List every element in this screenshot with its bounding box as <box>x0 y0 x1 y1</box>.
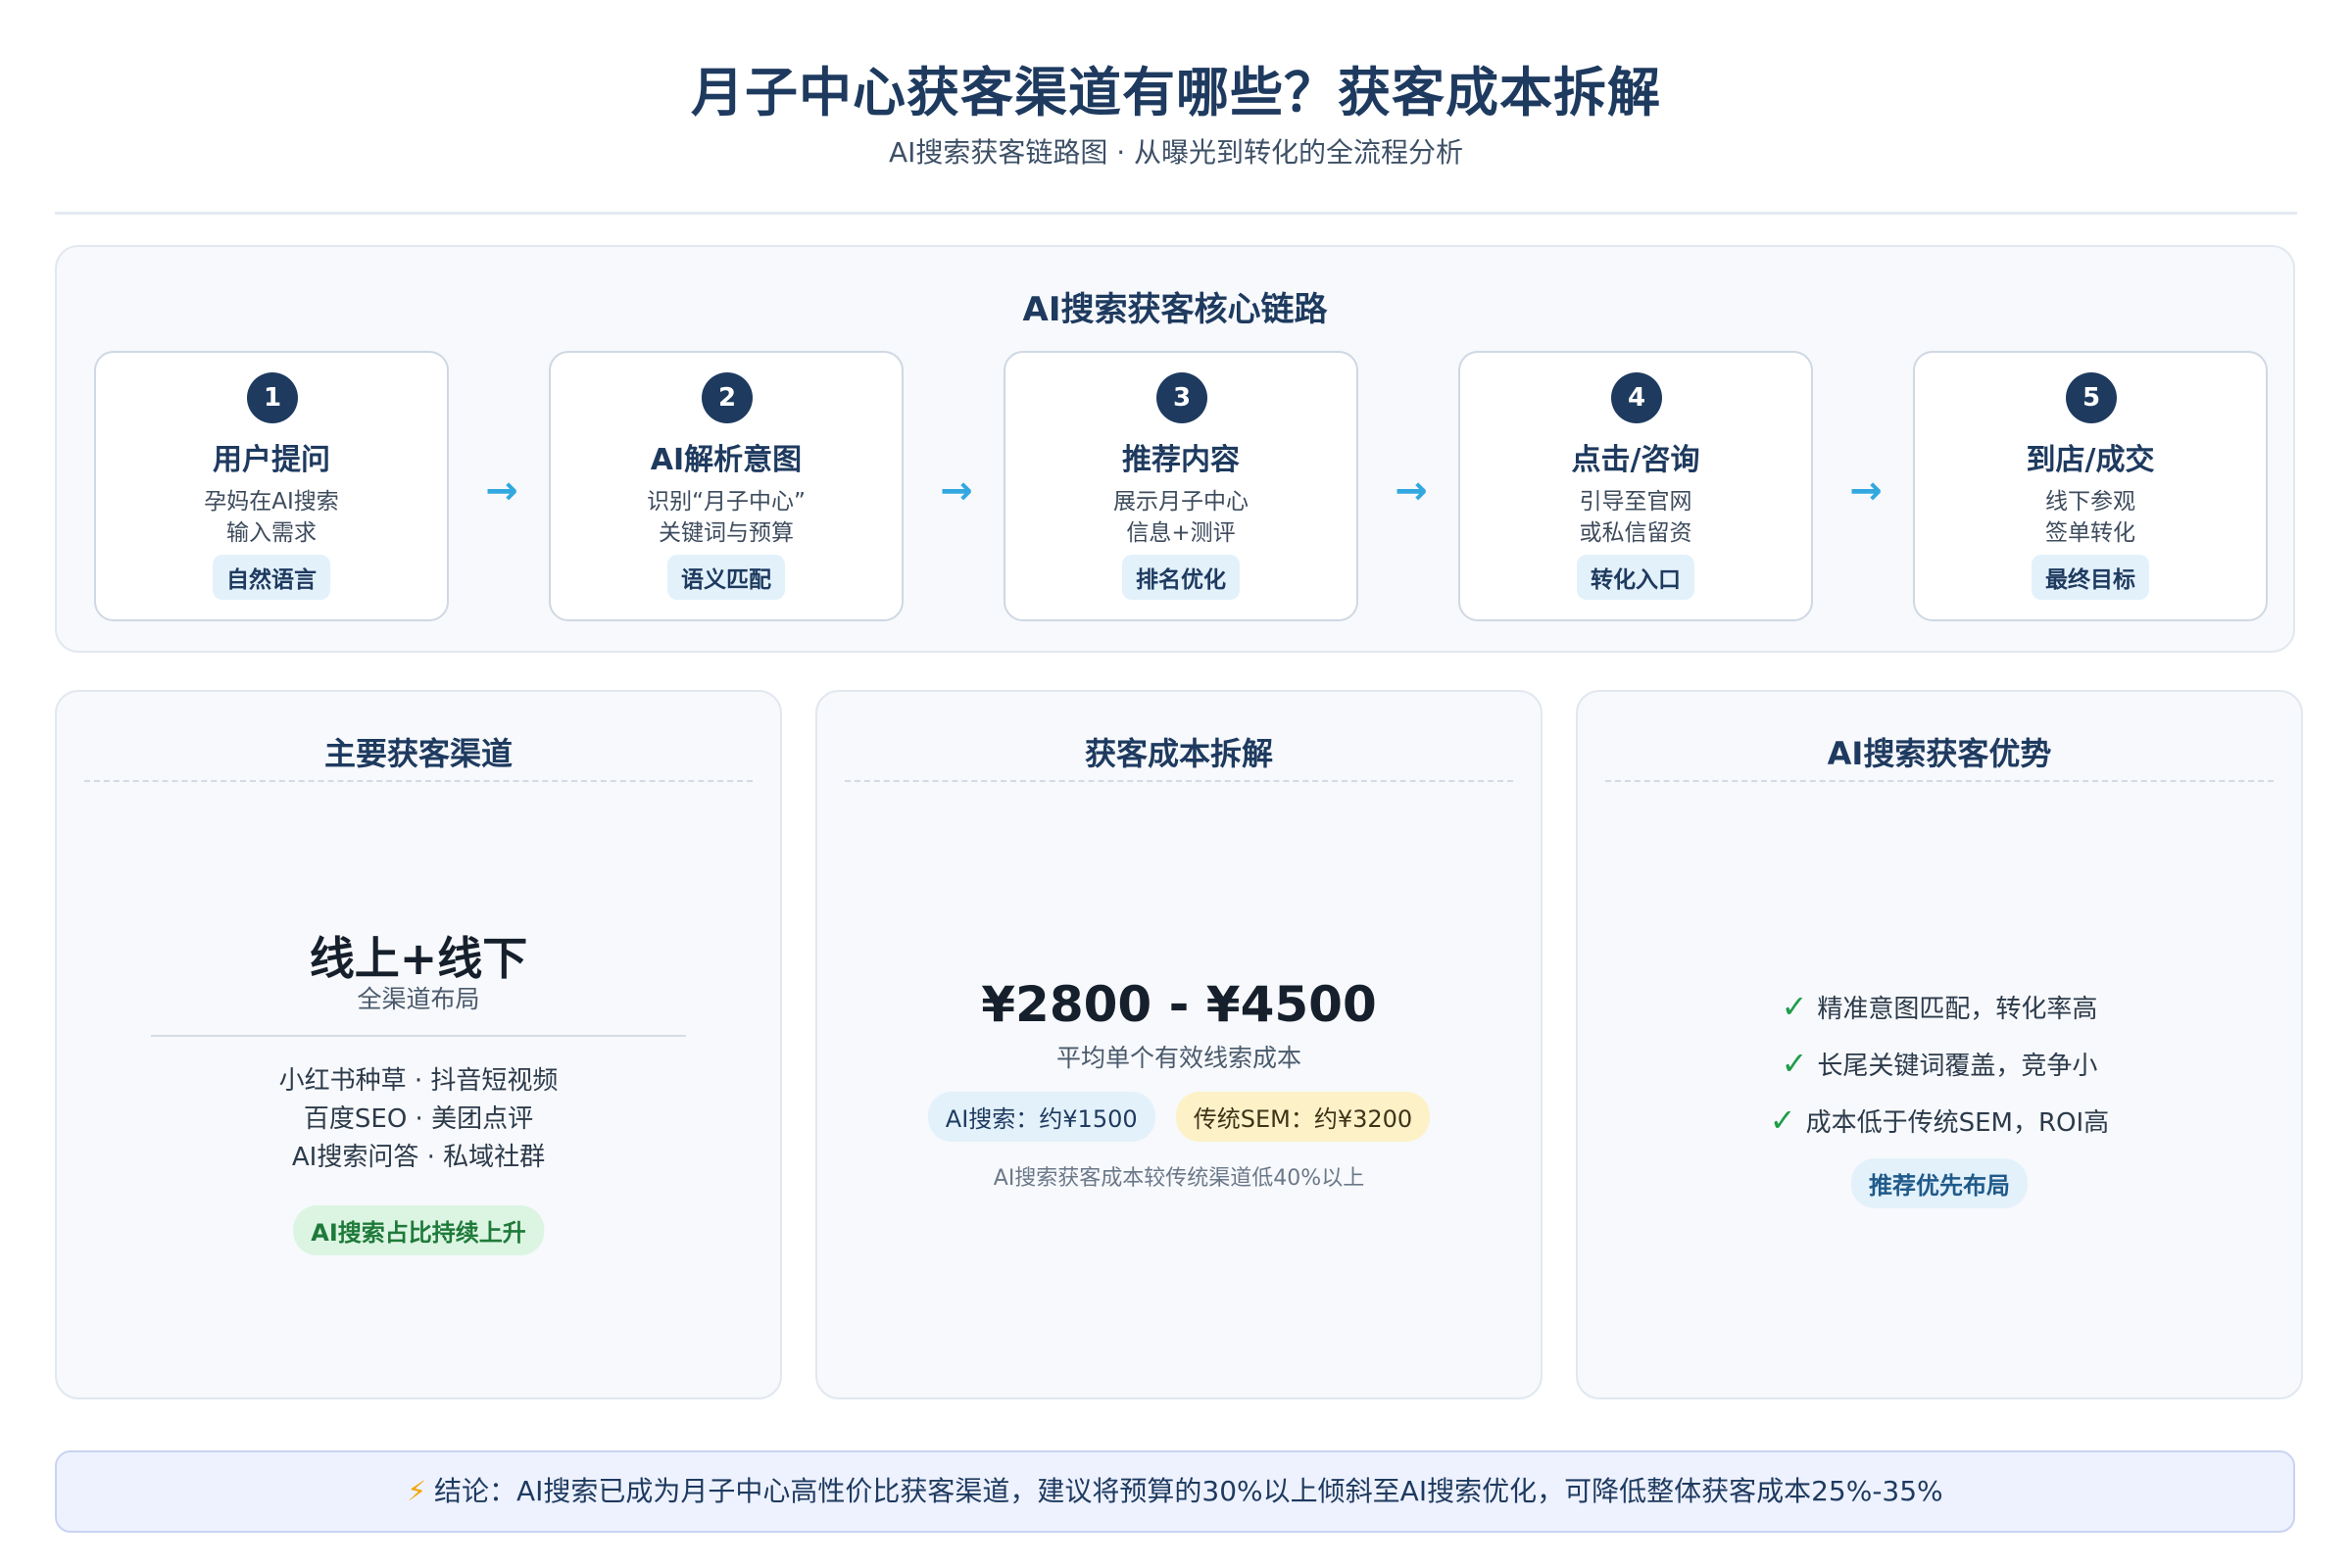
sem-cost-pill: 传统SEM：约¥3200 <box>1175 1092 1431 1142</box>
advantage-item: ✓ 长尾关键词覆盖，竞争小 <box>1578 1035 2301 1092</box>
channel-line: AI搜索问答 · 私域社群 <box>291 1143 546 1172</box>
step-desc-line: 或私信留资 <box>1579 520 1692 546</box>
step-desc-line: 识别“月子中心” <box>647 489 806 514</box>
page-header: 月子中心获客渠道有哪些？获客成本拆解 AI搜索获客链路图 · 从曝光到转化的全流… <box>0 57 2352 172</box>
card-divider <box>84 780 753 782</box>
check-icon: ✓ <box>1781 988 1808 1025</box>
step-title: 点击/咨询 <box>1571 443 1700 477</box>
advantages-card: AI搜索获客优势 ✓ 精准意图匹配，转化率高 ✓ 长尾关键词覆盖，竞争小 ✓ 成本低于… <box>1576 690 2303 1399</box>
step-description: 展示月子中心 信息+测评 <box>1005 486 1356 549</box>
step-description: 引导至官网 或私信留资 <box>1460 486 1811 549</box>
advantage-item: ✓ 成本低于传统SEM，ROI高 <box>1578 1092 2301 1149</box>
arrow-right-icon: → <box>485 468 518 514</box>
flow-step-3: 3 推荐内容 展示月子中心 信息+测评 排名优化 <box>1004 351 1358 621</box>
check-icon: ✓ <box>1781 1045 1808 1082</box>
arrow-right-icon: → <box>940 468 973 514</box>
channels-title: 主要获客渠道 <box>323 735 513 772</box>
channel-line: 百度SEO · 美团点评 <box>303 1104 534 1134</box>
channel-line: 小红书种草 · 抖音短视频 <box>278 1066 559 1096</box>
lightning-icon: ⚡ <box>407 1475 427 1507</box>
flow-step-2: 2 AI解析意图 识别“月子中心” 关键词与预算 语义匹配 <box>549 351 904 621</box>
step-desc-line: 引导至官网 <box>1579 489 1692 514</box>
step-desc-line: 签单转化 <box>2045 520 2135 546</box>
step-desc-line: 展示月子中心 <box>1113 489 1249 514</box>
card-divider <box>845 780 1513 782</box>
arrow-right-icon: → <box>1849 468 1883 514</box>
flow-step-4: 4 点击/咨询 引导至官网 或私信留资 转化入口 <box>1458 351 1813 621</box>
page-subtitle: AI搜索获客链路图 · 从曝光到转化的全流程分析 <box>888 136 1464 169</box>
step-number: 3 <box>1156 372 1207 423</box>
step-desc-line: 关键词与预算 <box>659 520 794 546</box>
cost-range: ¥2800 - ¥4500 <box>981 976 1377 1033</box>
flow-title: AI搜索获客核心链路 <box>1022 290 1328 329</box>
channels-subtitle: 全渠道布局 <box>357 985 480 1013</box>
step-description: 识别“月子中心” 关键词与预算 <box>551 486 902 549</box>
step-number: 4 <box>1611 372 1662 423</box>
step-desc-line: 线下参观 <box>2045 489 2135 514</box>
check-icon: ✓ <box>1769 1102 1796 1139</box>
channels-tag: AI搜索占比持续上升 <box>293 1205 544 1255</box>
flow-panel: AI搜索获客核心链路 1 用户提问 孕妈在AI搜索 输入需求 自然语言 → 2 … <box>55 245 2295 653</box>
cost-subtitle: 平均单个有效线索成本 <box>1055 1044 1301 1072</box>
advantages-list: ✓ 精准意图匹配，转化率高 ✓ 长尾关键词覆盖，竞争小 ✓ 成本低于传统SEM，ROI… <box>1578 978 2301 1149</box>
step-tag: 最终目标 <box>2032 555 2149 600</box>
advantages-tag: 推荐优先布局 <box>1851 1158 2028 1208</box>
step-title: 推荐内容 <box>1122 443 1240 477</box>
flow-step-1: 1 用户提问 孕妈在AI搜索 输入需求 自然语言 <box>94 351 449 621</box>
ai-cost-pill: AI搜索：约¥1500 <box>927 1092 1155 1142</box>
arrow-right-icon: → <box>1395 468 1428 514</box>
step-tag: 自然语言 <box>213 555 330 600</box>
step-description: 线下参观 签单转化 <box>1915 486 2266 549</box>
cost-note: AI搜索获客成本较传统渠道低40%以上 <box>993 1166 1365 1191</box>
advantage-text: 成本低于传统SEM，ROI高 <box>1805 1108 2110 1138</box>
step-tag: 排名优化 <box>1122 555 1240 600</box>
advantage-item: ✓ 精准意图匹配，转化率高 <box>1578 978 2301 1035</box>
step-title: 用户提问 <box>213 443 330 477</box>
conclusion-banner: ⚡ 结论：AI搜索已成为月子中心高性价比获客渠道，建议将预算的30%以上倾斜至AI… <box>55 1450 2295 1533</box>
cost-pills: AI搜索：约¥1500 传统SEM：约¥3200 <box>817 1092 1541 1142</box>
step-number: 2 <box>702 372 753 423</box>
advantage-text: 长尾关键词覆盖，竞争小 <box>1817 1052 2098 1081</box>
channels-divider <box>151 1035 686 1037</box>
card-divider <box>1605 780 2274 782</box>
header-divider <box>55 212 2297 215</box>
step-tag: 转化入口 <box>1577 555 1694 600</box>
cost-title: 获客成本拆解 <box>1084 735 1273 772</box>
step-description: 孕妈在AI搜索 输入需求 <box>96 486 447 549</box>
step-desc-line: 孕妈在AI搜索 <box>204 489 339 514</box>
page-title: 月子中心获客渠道有哪些？获客成本拆解 <box>691 62 1661 123</box>
step-desc-line: 输入需求 <box>226 520 317 546</box>
step-title: 到店/成交 <box>2026 443 2155 477</box>
channels-list: 小红书种草 · 抖音短视频 百度SEO · 美团点评 AI搜索问答 · 私域社群 <box>57 1062 780 1177</box>
advantage-text: 精准意图匹配，转化率高 <box>1817 995 2098 1024</box>
step-desc-line: 信息+测评 <box>1126 520 1236 546</box>
flow-step-5: 5 到店/成交 线下参观 签单转化 最终目标 <box>1913 351 2268 621</box>
step-title: AI解析意图 <box>650 443 803 477</box>
channels-headline: 线上+线下 <box>309 932 528 985</box>
advantages-title: AI搜索获客优势 <box>1827 735 2052 772</box>
channels-card: 主要获客渠道 线上+线下 全渠道布局 小红书种草 · 抖音短视频 百度SEO ·… <box>55 690 782 1399</box>
step-tag: 语义匹配 <box>667 555 785 600</box>
step-number: 5 <box>2066 372 2117 423</box>
conclusion-text: 结论：AI搜索已成为月子中心高性价比获客渠道，建议将预算的30%以上倾斜至AI搜… <box>434 1475 1943 1507</box>
cost-card: 获客成本拆解 ¥2800 - ¥4500 平均单个有效线索成本 AI搜索：约¥1… <box>815 690 1543 1399</box>
step-number: 1 <box>247 372 298 423</box>
